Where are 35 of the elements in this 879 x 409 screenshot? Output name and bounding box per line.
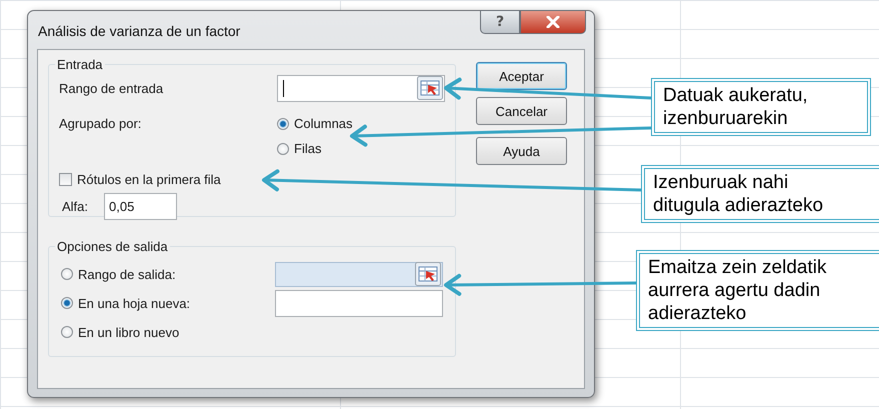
radio-button[interactable]: [61, 268, 73, 280]
close-button[interactable]: [520, 10, 586, 34]
callout-text: aurrera agertu dadin: [648, 279, 820, 302]
callout-text: Datuak aukeratu,: [663, 84, 808, 107]
dialog-button[interactable]: Aceptar: [476, 62, 567, 90]
radio-option[interactable]: Columnas: [277, 116, 353, 131]
range-select-icon[interactable]: [417, 76, 443, 100]
alpha-field[interactable]: 0,05: [104, 193, 178, 220]
callout-text: izenburuarekin: [663, 107, 788, 130]
input-field[interactable]: [277, 74, 445, 102]
group-legend: Entrada: [55, 57, 105, 72]
radio-option[interactable]: En una hoja nueva:: [59, 296, 275, 310]
close-icon: [546, 16, 560, 28]
radio-button[interactable]: [277, 118, 289, 130]
checkbox[interactable]: [59, 172, 72, 186]
field-label: Agrupado por:: [59, 116, 142, 131]
radio-button[interactable]: [277, 142, 289, 154]
help-button[interactable]: ?: [480, 10, 520, 34]
callout-text: adierazteko: [648, 302, 746, 325]
window-title: Análisis de varianza de un factor: [38, 23, 240, 39]
group-legend: Opciones de salida: [55, 239, 170, 254]
dialog-button[interactable]: Ayuda: [476, 137, 567, 165]
radio-option[interactable]: En un libro nuevo: [59, 324, 275, 340]
radio-button[interactable]: [61, 297, 73, 309]
radio-button[interactable]: [61, 326, 73, 338]
field-label: Rango de entrada: [59, 80, 164, 96]
radio-option[interactable]: Filas: [277, 141, 322, 156]
field-label: Alfa:: [62, 199, 88, 214]
checkbox-option[interactable]: Rótulos en la primera fila: [59, 165, 221, 193]
callout-text: ditugula adierazteko: [653, 194, 824, 217]
sheet-name-field[interactable]: [275, 290, 443, 316]
callout-text: Izenburuak nahi: [653, 171, 788, 194]
dialog-button[interactable]: Cancelar: [476, 97, 567, 125]
callout-text: Emaitza zein zeldatik: [648, 256, 826, 279]
radio-option[interactable]: Rango de salida:: [59, 266, 275, 282]
